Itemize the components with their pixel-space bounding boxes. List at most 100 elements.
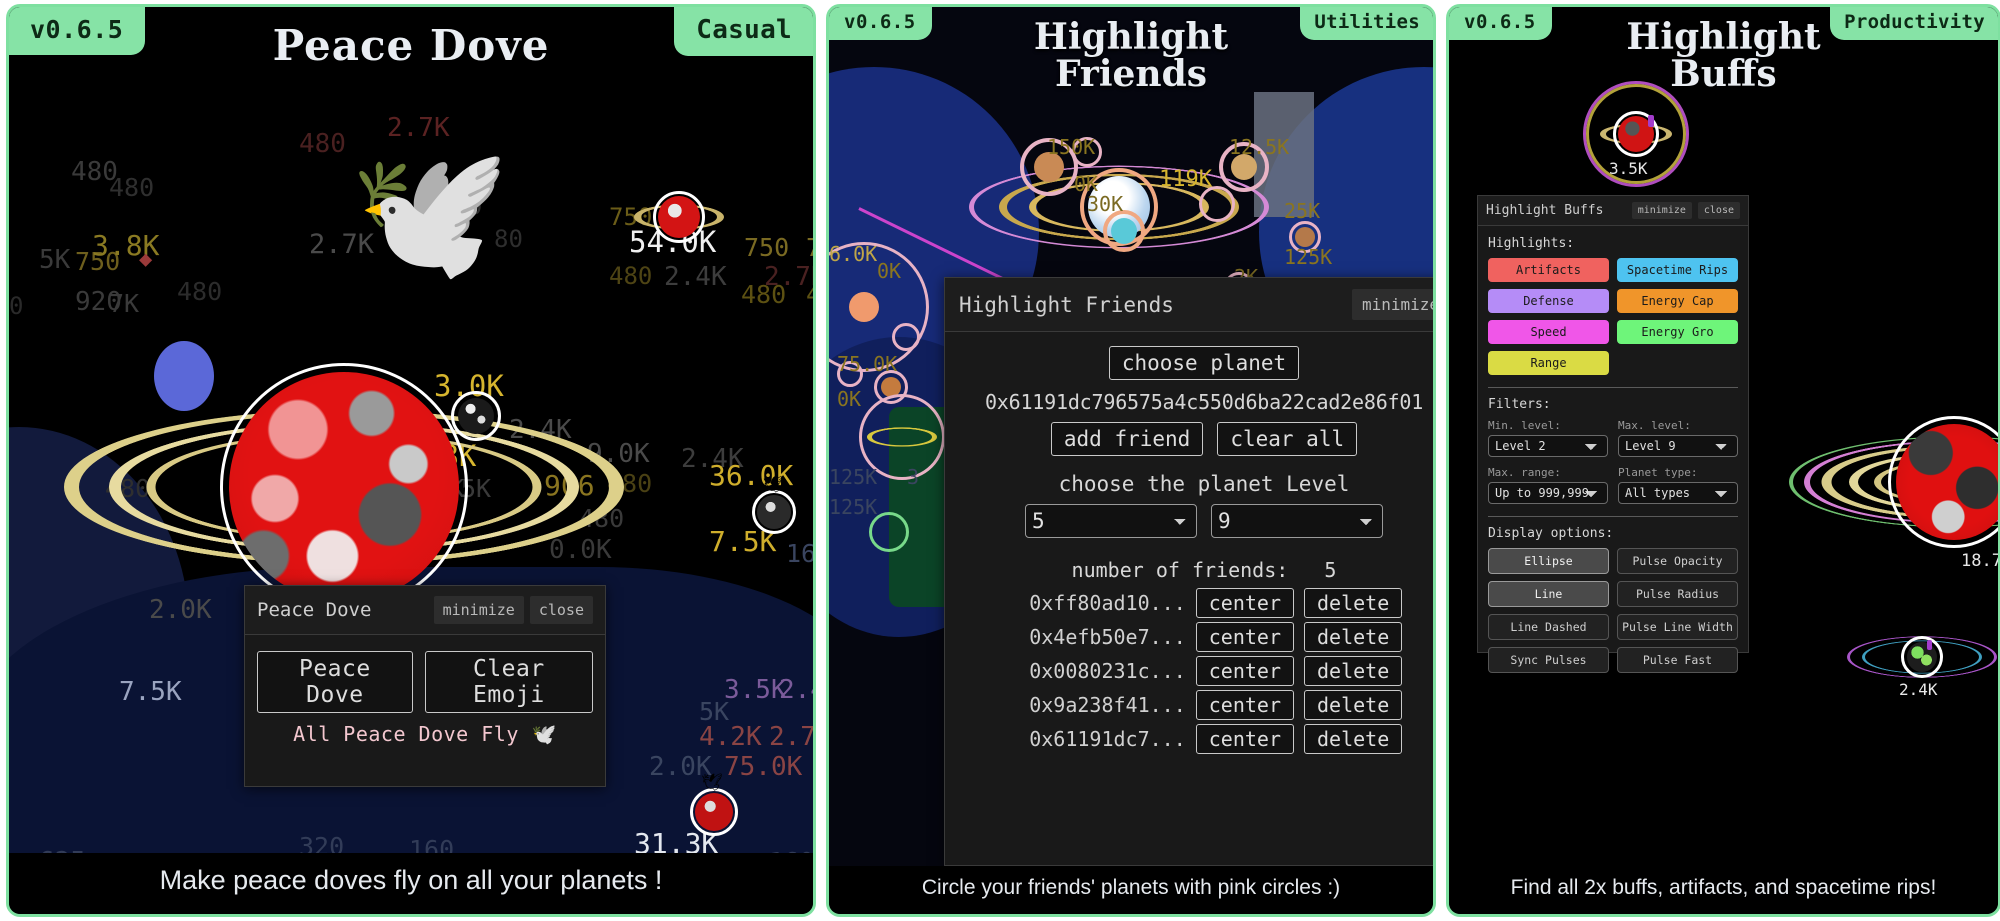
emoji-planet-bottom[interactable]: 🕊 <box>690 773 738 836</box>
highlight-energy-cap-button[interactable]: Energy Cap <box>1617 289 1738 313</box>
version-badge: v0.6.5 <box>1449 7 1552 40</box>
minimize-button[interactable]: minimize <box>433 596 524 624</box>
highlight-spacetime-rips-button[interactable]: Spacetime Rips <box>1617 258 1738 282</box>
friend-planet[interactable] <box>874 370 908 404</box>
friend-planet[interactable] <box>1199 186 1235 222</box>
friend-globe <box>1295 227 1315 247</box>
category-badge: Productivity <box>1830 7 1998 40</box>
min-level-select[interactable]: Level 2 <box>1488 435 1608 457</box>
bg-number: 480 <box>609 262 653 290</box>
option-pulse-fast[interactable]: Pulse Fast <box>1617 647 1738 673</box>
max-range-select[interactable]: Up to 999,999 <box>1488 482 1608 504</box>
minimize-button[interactable]: minimize <box>1351 289 1433 320</box>
filters-label: Filters: <box>1488 397 1551 412</box>
top-highlighted-planet[interactable]: 3.5K <box>1583 81 1689 187</box>
small-planet-halo <box>451 391 501 441</box>
friend-planet[interactable] <box>1103 210 1145 252</box>
friend-planet[interactable] <box>1219 142 1269 192</box>
plugin-card-peace-dove[interactable]: 480 480 480 2.7K 750 80 750 7 480 4 5K 7… <box>6 4 816 917</box>
main-planet[interactable] <box>64 363 624 611</box>
buffed-planet-small[interactable]: 2.4K <box>1847 636 1997 699</box>
min-level-select[interactable]: 5 <box>1025 504 1197 538</box>
friend-planet[interactable] <box>892 323 920 351</box>
friend-globe <box>849 292 879 322</box>
friend-address: 0x9a238f41... <box>1029 693 1186 717</box>
center-button[interactable]: center <box>1195 690 1294 720</box>
bg-number: 2.4K <box>664 262 727 292</box>
option-line-dashed[interactable]: Line Dashed <box>1488 614 1609 640</box>
emoji-planet-edge[interactable]: 🕊 <box>752 477 796 534</box>
bg-number: 0 <box>9 292 24 320</box>
divider-display <box>1488 516 1738 517</box>
bg-number: 480 <box>299 129 346 159</box>
highlight-defense-button[interactable]: Defense <box>1488 289 1609 313</box>
minimize-button[interactable]: minimize <box>1631 202 1692 219</box>
highlight-friends-dialog[interactable]: Highlight Friends minimize choose planet… <box>944 277 1433 866</box>
add-friend-button[interactable]: add friend <box>1050 422 1204 456</box>
buffed-planet-large[interactable]: 18.7K <box>1789 416 1998 571</box>
emoji-planet-right[interactable]: 🕊 <box>634 172 724 243</box>
clear-all-button[interactable]: clear all <box>1217 422 1358 456</box>
bg-number: 4 <box>806 280 813 309</box>
peace-dove-dialog[interactable]: Peace Dove minimize close Peace Dove Cle… <box>244 585 606 787</box>
plugin-card-highlight-buffs[interactable]: 3.5K 18.7K <box>1446 4 2000 917</box>
friend-planet[interactable] <box>1289 221 1321 253</box>
dialog-header: Highlight Friends minimize <box>945 278 1433 332</box>
dialog-header: Peace Dove minimize close <box>245 586 605 635</box>
dove-status-label: All Peace Dove Fly <box>293 722 519 746</box>
plugin-card-highlight-friends[interactable]: 150K 12.5K 119K 0K 30K 25K 125K 43.8K 36… <box>826 4 1436 917</box>
delete-button[interactable]: delete <box>1304 622 1403 652</box>
option-pulse-line-width[interactable]: Pulse Line Width <box>1617 614 1738 640</box>
center-button[interactable]: center <box>1195 724 1294 754</box>
edge-planet-halo <box>752 490 796 534</box>
planet-type-select[interactable]: All types <box>1618 482 1738 504</box>
delete-button[interactable]: delete <box>1304 588 1403 618</box>
delete-button[interactable]: delete <box>1304 724 1403 754</box>
friend-planet[interactable] <box>1020 138 1078 196</box>
highlight-speed-button[interactable]: Speed <box>1488 320 1609 344</box>
choose-planet-button[interactable]: choose planet <box>1108 346 1300 380</box>
dove-action-row: Peace Dove Clear Emoji <box>257 651 593 713</box>
highlight-buffs-dialog[interactable]: Highlight Buffs minimize close Highlight… <box>1477 195 1749 673</box>
clear-emoji-button[interactable]: Clear Emoji <box>424 651 593 713</box>
highlight-artifacts-button[interactable]: Artifacts <box>1488 258 1609 282</box>
card-caption: Find all 2x buffs, artifacts, and spacet… <box>1449 865 1998 914</box>
max-level-select[interactable]: Level 9 <box>1618 435 1738 457</box>
option-pulse-opacity[interactable]: Pulse Opacity <box>1617 548 1738 574</box>
category-badge: Utilities <box>1300 7 1433 40</box>
highlights-label: Highlights: <box>1488 236 1575 251</box>
friends-list: 0xff80ad10... center delete 0x4efb50e7..… <box>959 588 1433 754</box>
divider-filters <box>1488 387 1738 388</box>
center-button[interactable]: center <box>1195 656 1294 686</box>
max-level-select[interactable]: 9 <box>1211 504 1383 538</box>
planet-selection-halo <box>220 363 468 611</box>
delete-button[interactable]: delete <box>1304 690 1403 720</box>
friend-row: 0x4efb50e7... center delete <box>959 622 1433 652</box>
option-sync-pulses[interactable]: Sync Pulses <box>1488 647 1609 673</box>
close-button[interactable]: close <box>529 596 593 624</box>
delete-button[interactable]: delete <box>1304 656 1403 686</box>
friend-planet[interactable] <box>1072 137 1102 167</box>
friend-globe <box>1034 152 1064 182</box>
plugin-card-board: 480 480 480 2.7K 750 80 750 7 480 4 5K 7… <box>0 0 2000 921</box>
friend-actions-row: add friend clear all <box>959 422 1433 456</box>
bg-number: 750 <box>744 233 790 262</box>
center-button[interactable]: center <box>1195 588 1294 618</box>
dove-emoji-bottom: 🕊 <box>701 773 723 792</box>
min-level-label: Min. level: <box>1488 419 1561 432</box>
option-ellipse[interactable]: Ellipse <box>1488 548 1609 574</box>
close-button[interactable]: close <box>1697 202 1740 219</box>
friend-planet-large-left[interactable] <box>829 242 929 372</box>
small-planet[interactable] <box>451 391 501 441</box>
friend-planet-yellow[interactable] <box>859 394 945 480</box>
friends-count-label: number of friends: <box>1071 558 1289 582</box>
friend-planet[interactable] <box>869 512 909 552</box>
peace-dove-button[interactable]: Peace Dove <box>257 651 413 713</box>
highlight-range-button[interactable]: Range <box>1488 351 1609 375</box>
planet-energy-label: 18.7K <box>1961 551 1998 571</box>
highlight-energy-gro-button[interactable]: Energy Gro <box>1617 320 1738 344</box>
center-button[interactable]: center <box>1195 622 1294 652</box>
option-line[interactable]: Line <box>1488 581 1609 607</box>
option-pulse-radius[interactable]: Pulse Radius <box>1617 581 1738 607</box>
friend-planet[interactable] <box>837 361 863 387</box>
